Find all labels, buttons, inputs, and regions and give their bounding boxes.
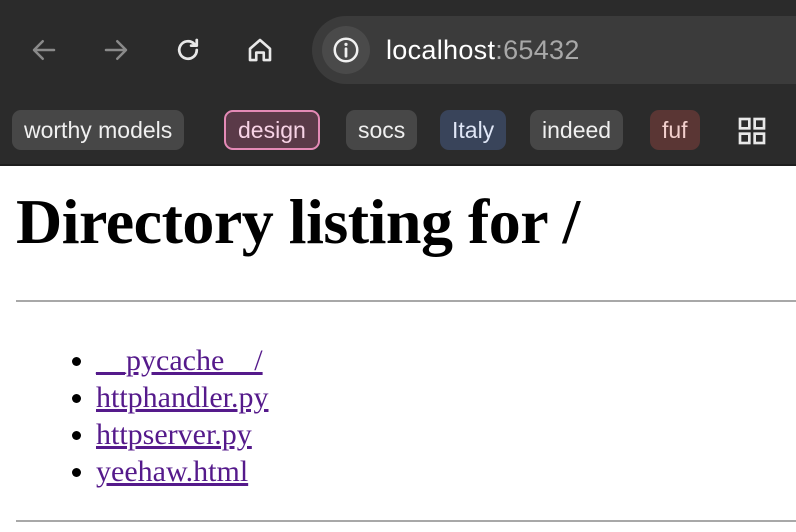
bookmark-indeed[interactable]: indeed xyxy=(530,110,624,150)
back-button[interactable] xyxy=(20,26,68,74)
url-port: :65432 xyxy=(495,34,580,65)
list-item: httpserver.py xyxy=(96,416,796,453)
list-item: httphandler.py xyxy=(96,379,796,416)
divider-bottom xyxy=(16,520,796,522)
url-host: localhost xyxy=(386,34,496,65)
file-list: __pycache__/ httphandler.py httpserver.p… xyxy=(16,342,796,490)
apps-button[interactable] xyxy=(732,114,772,148)
list-item: yeehaw.html xyxy=(96,453,796,490)
browser-toolbar: localhost:65432 xyxy=(0,0,796,100)
page-content: Directory listing for / __pycache__/ htt… xyxy=(0,166,796,522)
home-button[interactable] xyxy=(236,26,284,74)
arrow-right-icon xyxy=(104,40,128,60)
forward-button[interactable] xyxy=(92,26,140,74)
info-icon xyxy=(333,37,359,63)
list-item: __pycache__/ xyxy=(96,342,796,379)
file-link-httpserver[interactable]: httpserver.py xyxy=(96,418,252,451)
file-link-pycache[interactable]: __pycache__/ xyxy=(96,344,263,377)
divider-top xyxy=(16,300,796,302)
reload-button[interactable] xyxy=(164,26,212,74)
file-link-httphandler[interactable]: httphandler.py xyxy=(96,381,268,414)
bookmark-design[interactable]: design xyxy=(224,110,320,150)
bookmarks-bar: worthy models design socs Italy indeed f… xyxy=(0,100,796,166)
url-text[interactable]: localhost:65432 xyxy=(386,35,580,66)
browser-chrome: localhost:65432 worthy models design soc… xyxy=(0,0,796,166)
bookmark-worthy-models[interactable]: worthy models xyxy=(12,110,185,150)
bookmark-italy[interactable]: Italy xyxy=(440,110,507,150)
bookmark-socs[interactable]: socs xyxy=(346,110,418,150)
site-info-button[interactable] xyxy=(322,26,370,74)
file-link-yeehaw[interactable]: yeehaw.html xyxy=(96,455,248,488)
page-title: Directory listing for / xyxy=(16,186,580,257)
arrow-left-icon xyxy=(32,40,56,60)
home-icon xyxy=(248,38,272,62)
reload-icon xyxy=(177,38,199,61)
address-bar[interactable]: localhost:65432 xyxy=(312,16,796,84)
bookmark-fuf[interactable]: fuf xyxy=(650,110,700,150)
grid-icon xyxy=(738,117,766,145)
